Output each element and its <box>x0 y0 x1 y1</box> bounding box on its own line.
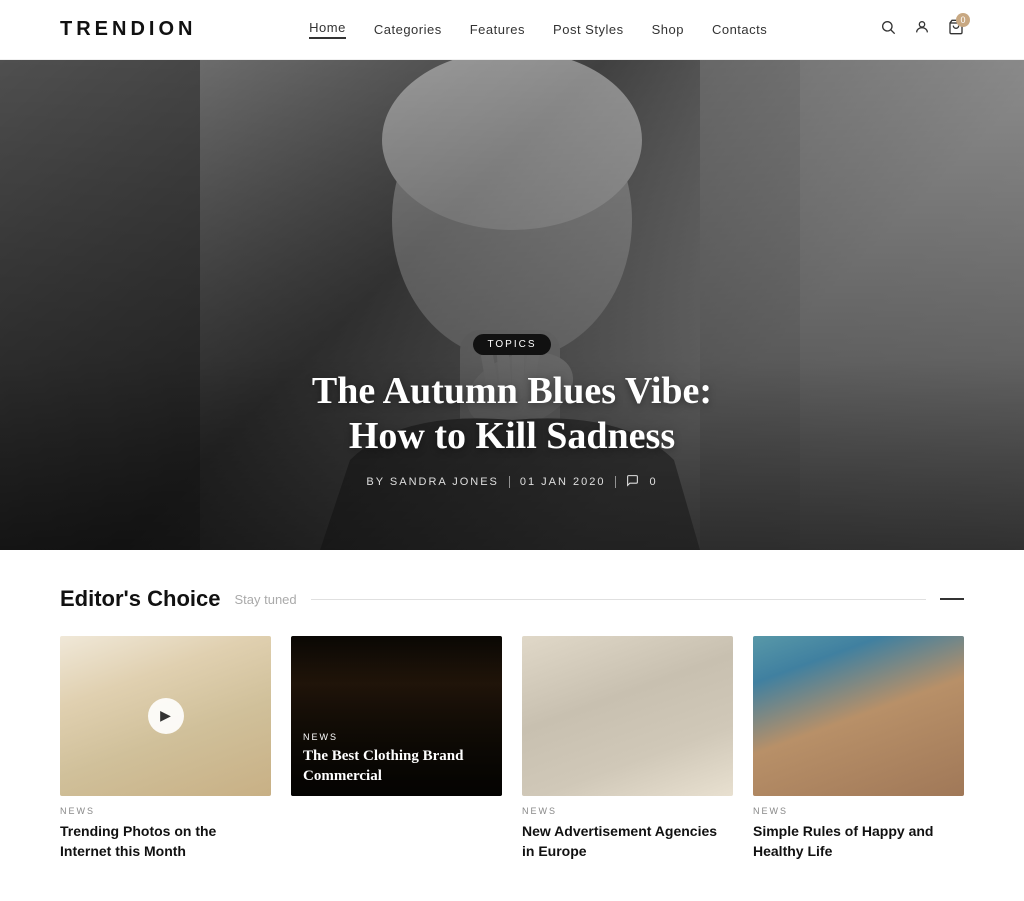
hero-comments-count: 0 <box>649 476 657 488</box>
editors-header: Editor's Choice Stay tuned <box>60 586 964 612</box>
card-title-4: Simple Rules of Happy and Healthy Life <box>753 822 964 861</box>
hero-content: TOPICS The Autumn Blues Vibe: How to Kil… <box>312 334 712 490</box>
site-header: TRENDION Home Categories Features Post Styl… <box>0 0 1024 60</box>
nav-item-contacts[interactable]: Contacts <box>712 22 767 37</box>
nav-item-categories[interactable]: Categories <box>374 22 442 37</box>
card-item-4[interactable]: NEWS Simple Rules of Happy and Healthy Li… <box>753 636 964 861</box>
hero-section: TOPICS The Autumn Blues Vibe: How to Kil… <box>0 60 1024 550</box>
cart-button[interactable]: 0 <box>948 19 964 40</box>
search-button[interactable] <box>880 19 896 40</box>
hero-title: The Autumn Blues Vibe: How to Kill Sadne… <box>312 369 712 460</box>
card-item-1[interactable]: ▶ NEWS Trending Photos on the Internet thi… <box>60 636 271 861</box>
hero-author: BY SANDRA JONES <box>366 476 499 488</box>
nav-item-home[interactable]: Home <box>309 20 346 39</box>
editors-title: Editor's Choice <box>60 586 220 612</box>
user-button[interactable] <box>914 19 930 40</box>
hero-badge: TOPICS <box>473 334 550 355</box>
nav-item-post-styles[interactable]: Post Styles <box>553 22 624 37</box>
editors-subtitle: Stay tuned <box>234 592 296 607</box>
card-overlay-category: NEWS <box>303 732 490 742</box>
editors-dash <box>940 598 964 600</box>
nav-item-shop[interactable]: Shop <box>652 22 684 37</box>
card-image-wrap-4 <box>753 636 964 796</box>
card-title-3: New Advertisement Agencies in Europe <box>522 822 733 861</box>
card-image-wrap-3 <box>522 636 733 796</box>
header-icons: 0 <box>880 19 964 40</box>
cards-grid: ▶ NEWS Trending Photos on the Internet thi… <box>60 636 964 861</box>
play-button[interactable]: ▶ <box>148 698 184 734</box>
nav-item-features[interactable]: Features <box>470 22 525 37</box>
card-image-wrap-2: NEWS The Best Clothing Brand Commercial <box>291 636 502 796</box>
card-title-1: Trending Photos on the Internet this Mon… <box>60 822 271 861</box>
cart-badge: 0 <box>956 13 970 27</box>
hero-date: 01 JAN 2020 <box>520 476 606 488</box>
editors-section: Editor's Choice Stay tuned ▶ NEWS Trending… <box>0 550 1024 901</box>
site-logo[interactable]: TRENDION <box>60 18 196 41</box>
card-category-4: NEWS <box>753 806 964 816</box>
hero-meta-separator2 <box>615 476 616 488</box>
card-category-1: NEWS <box>60 806 271 816</box>
hero-comments-icon <box>626 474 639 490</box>
card-item-2[interactable]: NEWS The Best Clothing Brand Commercial <box>291 636 502 861</box>
card-overlay-title: The Best Clothing Brand Commercial <box>303 747 490 786</box>
hero-meta: BY SANDRA JONES 01 JAN 2020 0 <box>312 474 712 490</box>
card-overlay: NEWS The Best Clothing Brand Commercial <box>291 636 502 796</box>
card-item-3[interactable]: NEWS New Advertisement Agencies in Europe <box>522 636 733 861</box>
editors-line <box>311 599 926 600</box>
card-image-wrap-1: ▶ <box>60 636 271 796</box>
hero-meta-separator <box>509 476 510 488</box>
main-nav: Home Categories Features Post Styles Shop Con… <box>309 20 767 39</box>
card-category-3: NEWS <box>522 806 733 816</box>
